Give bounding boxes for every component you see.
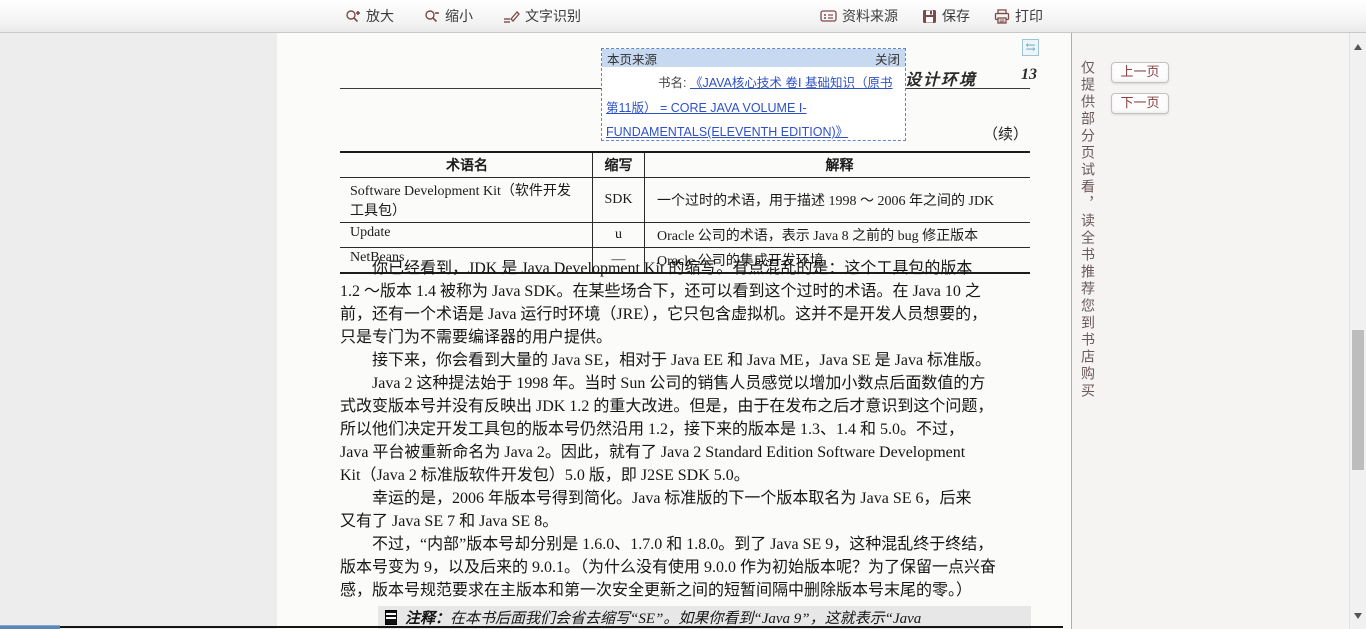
- source-label: 资料来源: [842, 6, 898, 26]
- book-name-label: 书名:: [606, 71, 686, 96]
- scrollbar-thumb[interactable]: [1352, 330, 1364, 470]
- body-text-line: 感，版本号规范要求在主版本和第一次安全更新之间的短暂间隔中删除版本号末尾的零。）: [340, 579, 1032, 602]
- note-text: 注释：在本书后面我们会省去缩写“SE”。如果你看到“Java 9”，这就表示“J…: [405, 607, 921, 628]
- body-text-line: 幸运的是，2006 年版本号得到简化。Java 标准版的下一个版本取名为 Jav…: [340, 487, 1032, 510]
- note-body: 在本书后面我们会省去缩写“SE”。如果你看到“Java 9”，这就表示“Java: [450, 611, 921, 627]
- bottom-border-line: [60, 626, 1063, 628]
- vertical-scrollbar[interactable]: [1349, 33, 1366, 629]
- body-text-line: 版本号变为 9，以及后来的 9.0.1。（为什么没有使用 9.0.0 作为初始版…: [340, 556, 1032, 579]
- floppy-disk-icon: [922, 9, 937, 24]
- popup-title: 本页来源: [607, 49, 875, 68]
- page-header-title: 设计环境: [905, 66, 977, 90]
- left-gutter: [0, 33, 277, 629]
- body-text-line: 不过，“内部”版本号却分别是 1.6.0、1.7.0 和 1.8.0。到了 Ja…: [340, 533, 1032, 556]
- magnifier-plus-icon: [345, 9, 361, 24]
- print-button[interactable]: 打印: [994, 6, 1043, 26]
- table-row: Software Development Kit（软件开发工具包） SDK 一个…: [340, 178, 1030, 223]
- body-text: 你已经看到，JDK 是 Java Development Kit 的缩写。有点混…: [340, 257, 1032, 602]
- save-label: 保存: [942, 6, 970, 26]
- zoom-in-button[interactable]: 放大: [345, 6, 394, 26]
- body-text-line: Java 2 这种提法始于 1998 年。当时 Sun 公司的销售人员感觉以增加…: [340, 372, 1032, 395]
- table-header-cell: 解释: [645, 153, 1030, 177]
- table-row: Update u Oracle 公司的术语，表示 Java 8 之前的 bug …: [340, 223, 1030, 248]
- save-button[interactable]: 保存: [922, 6, 970, 26]
- print-label: 打印: [1015, 6, 1043, 26]
- page-number: 13: [1021, 66, 1037, 84]
- popup-body: 书名: 《JAVA核心技术 卷Ⅰ 基础知识（原书第11版） = CORE JAV…: [602, 67, 905, 145]
- popup-close-button[interactable]: 关闭: [875, 49, 900, 68]
- toolbar-left-group: 放大 缩小 文字识别: [345, 0, 581, 32]
- body-text-line: 你已经看到，JDK 是 Java Development Kit 的缩写。有点混…: [340, 257, 1032, 280]
- paragraph: 你已经看到，JDK 是 Java Development Kit 的缩写。有点混…: [340, 257, 1032, 349]
- bottom-blue-segment: [0, 625, 60, 629]
- scrollbar-down-arrow-icon[interactable]: [1354, 613, 1362, 619]
- table-cell: Update: [340, 223, 593, 247]
- paragraph: 幸运的是，2006 年版本号得到简化。Java 标准版的下一个版本取名为 Jav…: [340, 487, 1032, 533]
- popup-header: 本页来源 关闭: [602, 49, 905, 67]
- preview-notice: 仅提供部分页试看，读全书推荐您到书店购买: [1078, 60, 1098, 412]
- zoom-out-button[interactable]: 缩小: [424, 6, 473, 26]
- right-sidebar: 仅提供部分页试看，读全书推荐您到书店购买 上一页 下一页: [1072, 33, 1349, 629]
- refresh-icon[interactable]: ⇆: [1022, 39, 1039, 56]
- toolbar: 放大 缩小 文字识别 资料来源: [0, 0, 1366, 33]
- table-cell: 一个过时的术语，用于描述 1998 ～ 2006 年之间的 JDK: [645, 178, 1030, 222]
- previous-page-button[interactable]: 上一页: [1111, 62, 1169, 83]
- next-page-button[interactable]: 下一页: [1111, 93, 1169, 114]
- body-text-line: Java 平台被重新命名为 Java 2。因此，就有了 Java 2 Stand…: [340, 441, 1032, 464]
- note-icon: [385, 610, 397, 625]
- table-cell: Oracle 公司的术语，表示 Java 8 之前的 bug 修正版本: [645, 223, 1030, 247]
- body-text-line: Kit（Java 2 标准版软件开发包）5.0 版，即 J2SE SDK 5.0…: [340, 464, 1032, 487]
- body-text-line: 前，还有一个术语是 Java 运行时环境（JRE），它只包含虚拟机。这并不是开发…: [340, 303, 1032, 326]
- source-card-icon: [820, 9, 837, 23]
- table-header-cell: 缩写: [593, 153, 645, 177]
- body-text-line: 所以他们决定开发工具包的版本号仍然沿用 1.2，接下来的版本是 1.3、1.4 …: [340, 418, 1032, 441]
- table-continued-label: （续）: [983, 123, 1028, 144]
- table-cell: Software Development Kit（软件开发工具包）: [340, 178, 593, 222]
- table-cell: u: [593, 223, 645, 247]
- paragraph: Java 2 这种提法始于 1998 年。当时 Sun 公司的销售人员感觉以增加…: [340, 372, 1032, 487]
- body-text-line: 只是专门为不需要编译器的用户提供。: [340, 326, 1032, 349]
- magnifier-minus-icon: [424, 9, 440, 24]
- table-cell: SDK: [593, 178, 645, 222]
- zoom-in-label: 放大: [366, 6, 394, 26]
- scrollbar-up-arrow-icon[interactable]: [1354, 44, 1362, 50]
- source-button[interactable]: 资料来源: [820, 6, 898, 26]
- toolbar-right-group: 资料来源 保存 打印: [820, 0, 1043, 32]
- ocr-button[interactable]: 文字识别: [503, 6, 581, 26]
- text-recognition-pencil-icon: [503, 9, 520, 24]
- body-text-line: 接下来，你会看到大量的 Java SE，相对于 Java EE 和 Java M…: [340, 349, 1032, 372]
- paragraph: 不过，“内部”版本号却分别是 1.6.0、1.7.0 和 1.8.0。到了 Ja…: [340, 533, 1032, 602]
- ocr-label: 文字识别: [525, 6, 581, 26]
- printer-icon: [994, 9, 1010, 24]
- paragraph: 接下来，你会看到大量的 Java SE，相对于 Java EE 和 Java M…: [340, 349, 1032, 372]
- body-text-line: 1.2 ～版本 1.4 被称为 Java SDK。在某些场合下，还可以看到这个过…: [340, 280, 1032, 303]
- zoom-out-label: 缩小: [445, 6, 473, 26]
- table-header-row: 术语名 缩写 解释: [340, 153, 1030, 178]
- ebook-reader-window: 放大 缩小 文字识别 资料来源: [0, 0, 1366, 629]
- terms-table: 术语名 缩写 解释 Software Development Kit（软件开发工…: [340, 151, 1030, 274]
- page-source-popup: 本页来源 关闭 书名: 《JAVA核心技术 卷Ⅰ 基础知识（原书第11版） = …: [601, 48, 906, 141]
- body-text-line: 又有了 Java SE 7 和 Java SE 8。: [340, 510, 1032, 533]
- body-text-line: 式改变版本号并没有反映出 JDK 1.2 的重大改进。但是，由于在发布之后才意识…: [340, 395, 1032, 418]
- table-header-cell: 术语名: [340, 153, 593, 177]
- note-label: 注释：: [405, 611, 450, 627]
